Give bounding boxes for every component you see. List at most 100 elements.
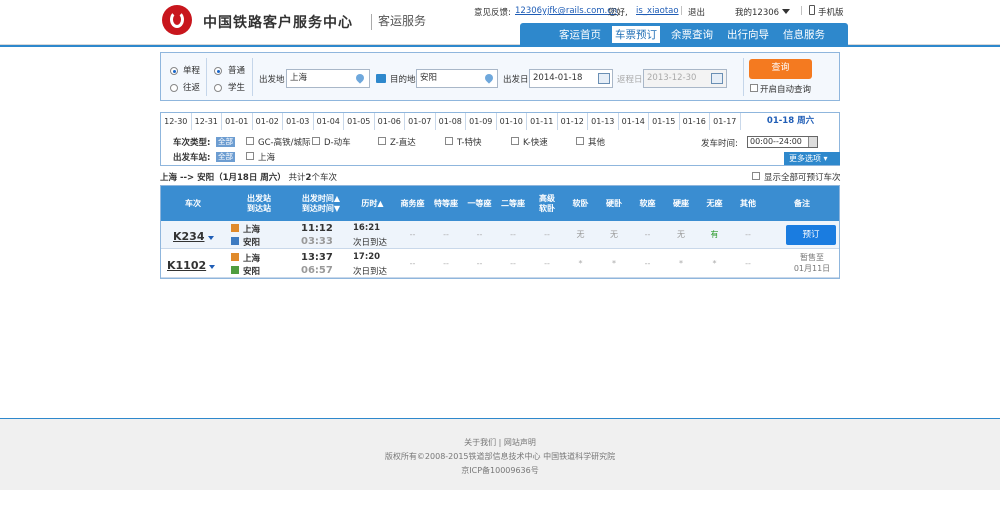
nav-guide[interactable]: 出行向导: [727, 27, 769, 42]
feedback-label: 意见反馈:: [474, 8, 511, 18]
seat-availability: --: [644, 259, 651, 268]
date-tab[interactable]: 01-07: [405, 113, 436, 130]
column-header[interactable]: 历时▲: [349, 186, 396, 221]
nav-info[interactable]: 信息服务: [783, 27, 825, 42]
top-header: 中国铁路客户服务中心 客运服务 意见反馈: 12306yjfk@rails.co…: [0, 0, 1000, 45]
train-type-checkbox[interactable]: [312, 137, 320, 145]
to-station: 安阳: [243, 267, 261, 277]
train-type-checkbox[interactable]: [511, 137, 519, 145]
train-type-checkbox[interactable]: [246, 137, 254, 145]
query-button[interactable]: 查询: [749, 59, 812, 79]
feedback-email-link[interactable]: 12306yjfk@rails.com.cn: [515, 6, 617, 16]
train-number-link[interactable]: K1102: [167, 259, 206, 272]
train-type-label: 车次类型:: [173, 138, 211, 148]
my-12306-menu[interactable]: 我的12306: [735, 6, 779, 18]
station-checkbox[interactable]: [246, 152, 254, 160]
nav-booking[interactable]: 车票预订: [611, 25, 661, 43]
chevron-down-icon[interactable]: [782, 9, 790, 14]
auto-query-checkbox[interactable]: [750, 84, 758, 92]
date-tab[interactable]: 01-06: [375, 113, 405, 130]
calendar-icon[interactable]: [711, 73, 723, 84]
station-all-button[interactable]: 全部: [216, 152, 235, 162]
date-tab[interactable]: 01-02: [253, 113, 283, 130]
date-tab[interactable]: 01-17: [710, 113, 741, 130]
from-label: 出发地: [259, 75, 285, 85]
seat-availability: --: [409, 230, 416, 239]
train-type-checkbox[interactable]: [576, 137, 584, 145]
table-header: 车次 出发站 到达站 出发时间▲ 到达时间▼ 历时▲ 商务座 特等座 一等座 二等座 高级 软卧…: [161, 186, 839, 221]
footer: 关于我们 | 网站声明 版权所有©2008-2015铁道部信息技术中心 中国铁道…: [0, 418, 1000, 490]
seat-availability: --: [510, 230, 516, 239]
book-button[interactable]: 预订: [786, 225, 836, 245]
date-tab[interactable]: 01-13: [588, 113, 619, 130]
nav-home[interactable]: 客运首页: [559, 27, 601, 42]
label-roundtrip: 往返: [183, 83, 201, 93]
column-header: 二等座: [501, 198, 525, 208]
seat-availability: *: [712, 259, 717, 268]
date-tab[interactable]: 01-11: [527, 113, 558, 130]
label-normal: 普通: [228, 66, 246, 76]
date-tab[interactable]: 01-10: [497, 113, 527, 130]
radio-oneway[interactable]: [170, 67, 178, 75]
date-strip: 12-30 12-31 01-01 01-02 01-03 01-04 01-05 01-06…: [160, 112, 840, 131]
date-tab[interactable]: 01-01: [222, 113, 253, 130]
date-tab[interactable]: 01-16: [680, 113, 710, 130]
chevron-down-icon[interactable]: [209, 265, 215, 269]
swap-icon[interactable]: [376, 74, 386, 83]
train-type-checkbox[interactable]: [445, 137, 453, 145]
duration: 16:21: [353, 223, 381, 233]
train-type-option: 其他: [588, 138, 606, 148]
date-tab[interactable]: 12-31: [192, 113, 222, 130]
date-tab[interactable]: 01-09: [466, 113, 497, 130]
date-tab-selected[interactable]: 01-18 周六: [741, 113, 840, 130]
depart-time-select[interactable]: 00:00--24:00: [747, 136, 818, 148]
radio-student[interactable]: [214, 84, 222, 92]
station-option: 上海: [258, 153, 276, 163]
column-header[interactable]: 出发时间▲ 到达时间▼: [293, 186, 349, 221]
logout-link[interactable]: 退出: [688, 6, 705, 18]
chevron-down-icon[interactable]: [208, 236, 214, 240]
footer-icp: 京ICP备10009636号: [461, 466, 539, 475]
nav-remaining[interactable]: 余票查询: [671, 27, 713, 42]
seat-availability: --: [745, 259, 751, 268]
date-tab[interactable]: 01-04: [314, 113, 344, 130]
seat-availability: --: [544, 259, 550, 268]
column-header: 车次: [185, 198, 201, 208]
column-header: 软座: [639, 198, 656, 208]
column-header: 无座: [706, 198, 723, 208]
train-number-link[interactable]: K234: [173, 230, 205, 243]
radio-roundtrip[interactable]: [170, 84, 178, 92]
column-header: 商务座: [400, 198, 425, 208]
search-panel: 单程 往返 普通 学生 出发地 上海 目的地 安阳 出发日 2014-01-18…: [160, 52, 840, 101]
train-type-checkbox[interactable]: [378, 137, 386, 145]
footer-links[interactable]: 关于我们 | 网站声明: [0, 437, 1000, 448]
username-link[interactable]: is_xiaotao: [636, 6, 679, 16]
footer-copyright: 版权所有©2008-2015铁道部信息技术中心 中国铁道科学研究院: [384, 452, 616, 461]
column-header: 一等座: [467, 198, 492, 208]
departure-time: 13:37: [301, 252, 333, 263]
radio-normal[interactable]: [214, 67, 222, 75]
date-tab[interactable]: 01-03: [283, 113, 314, 130]
date-tab[interactable]: 12-30: [161, 113, 192, 130]
seat-availability: --: [510, 259, 516, 268]
column-header[interactable]: 出发站 到达站: [225, 186, 293, 221]
calendar-icon[interactable]: [598, 73, 610, 84]
show-all-checkbox[interactable]: [752, 172, 760, 180]
seat-availability: *: [578, 259, 583, 268]
column-header: 备注: [794, 198, 810, 208]
more-options-label: 更多选项: [789, 154, 821, 163]
depart-time-label: 发车时间:: [701, 139, 738, 149]
date-tab[interactable]: 01-08: [436, 113, 466, 130]
mobile-link[interactable]: 手机版: [818, 6, 844, 18]
date-tab[interactable]: 01-14: [619, 113, 649, 130]
nav-underline: [0, 45, 1000, 47]
date-tab[interactable]: 01-05: [344, 113, 375, 130]
date-tab[interactable]: 01-12: [558, 113, 588, 130]
seat-availability: 无: [576, 230, 585, 239]
date-tab[interactable]: 01-15: [649, 113, 680, 130]
auto-query-label: 开启自动查询: [760, 85, 812, 95]
more-options-button[interactable]: 更多选项 ▾: [784, 152, 840, 165]
table-row: K1102 上海 安阳 13:37 06:57 17:20 次日到达 -- -- -- -- -- * *…: [161, 250, 839, 278]
type-all-button[interactable]: 全部: [216, 137, 235, 147]
arrival-station-icon: [231, 237, 239, 245]
